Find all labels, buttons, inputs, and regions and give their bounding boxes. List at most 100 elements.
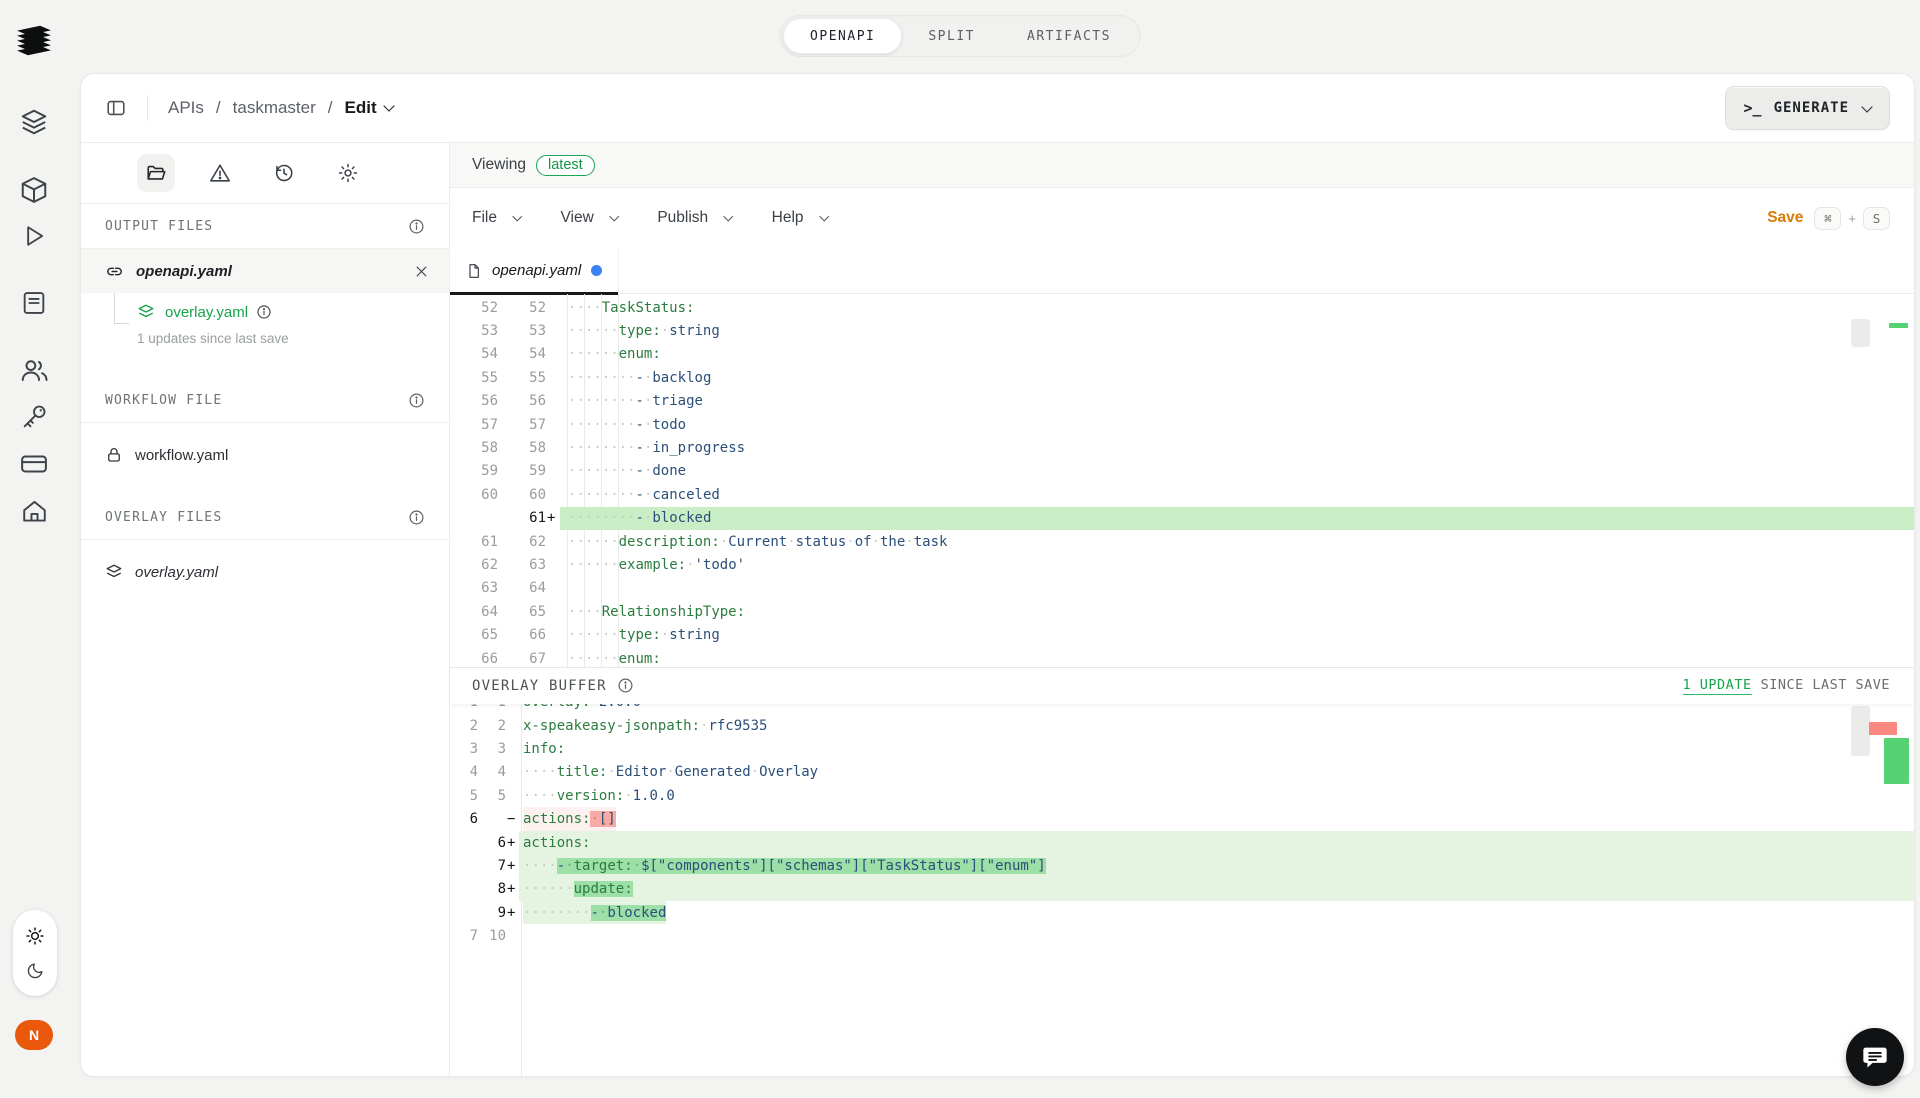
- menu-publish[interactable]: Publish: [657, 209, 731, 227]
- openapi-subtree: overlay.yaml 1 updates since last save: [81, 293, 449, 360]
- breadcrumb-edit-dropdown[interactable]: Edit: [345, 98, 393, 118]
- update-count-link[interactable]: 1 UPDATE: [1683, 677, 1752, 695]
- code-line: 6566······type:·string: [450, 623, 1914, 646]
- package-nav-icon[interactable]: [16, 172, 52, 208]
- scrollbar-thumb[interactable]: [1851, 319, 1870, 347]
- layers-icon: [137, 303, 155, 321]
- link-icon: [105, 262, 124, 281]
- chat-support-button[interactable]: [1846, 1028, 1904, 1086]
- code-line: 5858········-·in_progress: [450, 436, 1914, 459]
- code-line: 5656········-·triage: [450, 390, 1914, 413]
- menu-view[interactable]: View: [560, 209, 617, 227]
- chevron-down-icon: [609, 212, 618, 221]
- file-row-workflow[interactable]: workflow.yaml: [81, 433, 449, 477]
- terminal-prompt-icon: >_: [1744, 99, 1762, 117]
- viewing-label: Viewing: [472, 156, 526, 174]
- save-button[interactable]: Save: [1767, 209, 1803, 227]
- unsaved-changes-dot: [591, 265, 602, 276]
- plus-separator: +: [1848, 211, 1856, 226]
- card-header: APIs / taskmaster / Edit >_ GENERATE: [81, 74, 1914, 143]
- info-icon[interactable]: [408, 509, 425, 526]
- tree-branch: [114, 323, 129, 324]
- section-output-files: OUTPUT FILES: [81, 204, 449, 248]
- app-logo-icon[interactable]: [16, 22, 52, 60]
- file-row-openapi[interactable]: openapi.yaml: [81, 249, 449, 293]
- code-line: 6364: [450, 577, 1914, 600]
- info-icon[interactable]: [408, 392, 425, 409]
- main-card: APIs / taskmaster / Edit >_ GENERATE: [80, 73, 1915, 1077]
- layers-nav-icon[interactable]: [16, 104, 52, 140]
- lock-icon: [105, 446, 123, 464]
- chevron-down-icon: [724, 212, 733, 221]
- since-last-save-label: SINCE LAST SAVE: [1761, 677, 1890, 695]
- overlay-buffer-header: OVERLAY BUFFER 1 UPDATE SINCE LAST SAVE: [450, 667, 1914, 704]
- save-zone: Save ⌘ + S: [1767, 207, 1890, 230]
- viewing-row: Viewing latest: [450, 143, 1914, 188]
- file-name: overlay.yaml: [165, 304, 248, 321]
- file-name: workflow.yaml: [135, 447, 228, 464]
- billing-nav-icon[interactable]: [16, 446, 52, 482]
- users-nav-icon[interactable]: [16, 352, 52, 388]
- overlay-updates-note: 1 updates since last save: [81, 329, 449, 354]
- header-divider: [147, 95, 148, 121]
- light-mode-sun-icon[interactable]: [25, 926, 45, 946]
- code-line: 9+········-·blocked: [450, 901, 1914, 924]
- info-icon[interactable]: [408, 218, 425, 235]
- generate-button[interactable]: >_ GENERATE: [1725, 86, 1891, 130]
- menu-file[interactable]: File: [472, 209, 520, 227]
- home-nav-icon[interactable]: [16, 493, 52, 529]
- theme-toggle[interactable]: [13, 910, 57, 996]
- file-name: openapi.yaml: [136, 263, 232, 280]
- code-line: 710: [450, 924, 1914, 947]
- file-row-overlay[interactable]: overlay.yaml: [81, 550, 449, 594]
- files-tool-button[interactable]: [137, 154, 175, 192]
- docs-nav-icon[interactable]: [16, 285, 52, 321]
- overlay-code-lines: 11overlay:·2.0.022x-speakeasy-jsonpath:·…: [450, 704, 1914, 948]
- file-row-overlay-child[interactable]: overlay.yaml: [81, 295, 449, 329]
- chat-bubble-icon: [1861, 1043, 1889, 1071]
- chevron-down-icon: [1861, 101, 1872, 112]
- info-icon[interactable]: [617, 677, 634, 694]
- menu-help[interactable]: Help: [772, 209, 827, 227]
- file-panel: OUTPUT FILES openapi.yaml: [81, 143, 450, 1076]
- code-line: 6465····RelationshipType:: [450, 600, 1914, 623]
- breadcrumb-apis[interactable]: APIs: [168, 98, 204, 118]
- file-icon: [466, 262, 482, 280]
- version-badge[interactable]: latest: [536, 155, 595, 176]
- close-icon[interactable]: [414, 264, 429, 279]
- code-line: 7+····-·target:·$["components"]["schemas…: [450, 854, 1914, 877]
- code-line: 61+········-·blocked: [450, 507, 1914, 530]
- editor-tab-openapi[interactable]: openapi.yaml: [450, 248, 619, 293]
- tab-artifacts[interactable]: ARTIFACTS: [1001, 18, 1137, 54]
- chevron-down-icon: [383, 100, 394, 111]
- sidebar-toggle-icon[interactable]: [105, 97, 127, 119]
- code-line: 5252····TaskStatus:: [450, 296, 1914, 319]
- diff-ruler-add-mark: [1884, 738, 1909, 784]
- code-line: 11overlay:·2.0.0: [450, 704, 1914, 714]
- breadcrumb-taskmaster[interactable]: taskmaster: [233, 98, 316, 118]
- breadcrumb: APIs / taskmaster / Edit: [168, 98, 393, 118]
- code-line: 44····title:·Editor·Generated·Overlay: [450, 761, 1914, 784]
- api-keys-nav-icon[interactable]: [16, 399, 52, 435]
- user-avatar[interactable]: N: [15, 1020, 53, 1050]
- code-line: 6060········-·canceled: [450, 483, 1914, 506]
- tab-file-name: openapi.yaml: [492, 262, 581, 279]
- tab-split[interactable]: SPLIT: [902, 18, 1001, 54]
- warnings-tool-button[interactable]: [201, 154, 239, 192]
- code-line: 5454······enum:: [450, 343, 1914, 366]
- openapi-code-lines: 5252····TaskStatus:5353······type:·strin…: [450, 294, 1914, 667]
- overlay-buffer-code-pane[interactable]: 11overlay:·2.0.022x-speakeasy-jsonpath:·…: [450, 704, 1914, 1077]
- code-line: 6162······description:·Current·status·of…: [450, 530, 1914, 553]
- run-nav-icon[interactable]: [16, 218, 52, 254]
- cmd-key-badge: ⌘: [1814, 207, 1841, 230]
- tab-openapi[interactable]: OPENAPI: [783, 18, 902, 54]
- dark-mode-moon-icon[interactable]: [26, 961, 45, 980]
- editor-column: Viewing latest File View Publish Help Sa…: [450, 143, 1914, 1076]
- info-icon[interactable]: [256, 304, 272, 320]
- code-line: 5959········-·done: [450, 460, 1914, 483]
- settings-tool-button[interactable]: [329, 154, 367, 192]
- scrollbar-thumb[interactable]: [1851, 706, 1870, 756]
- openapi-code-pane[interactable]: 5252····TaskStatus:5353······type:·strin…: [450, 294, 1914, 667]
- breadcrumb-sep: /: [216, 98, 221, 118]
- history-tool-button[interactable]: [265, 154, 303, 192]
